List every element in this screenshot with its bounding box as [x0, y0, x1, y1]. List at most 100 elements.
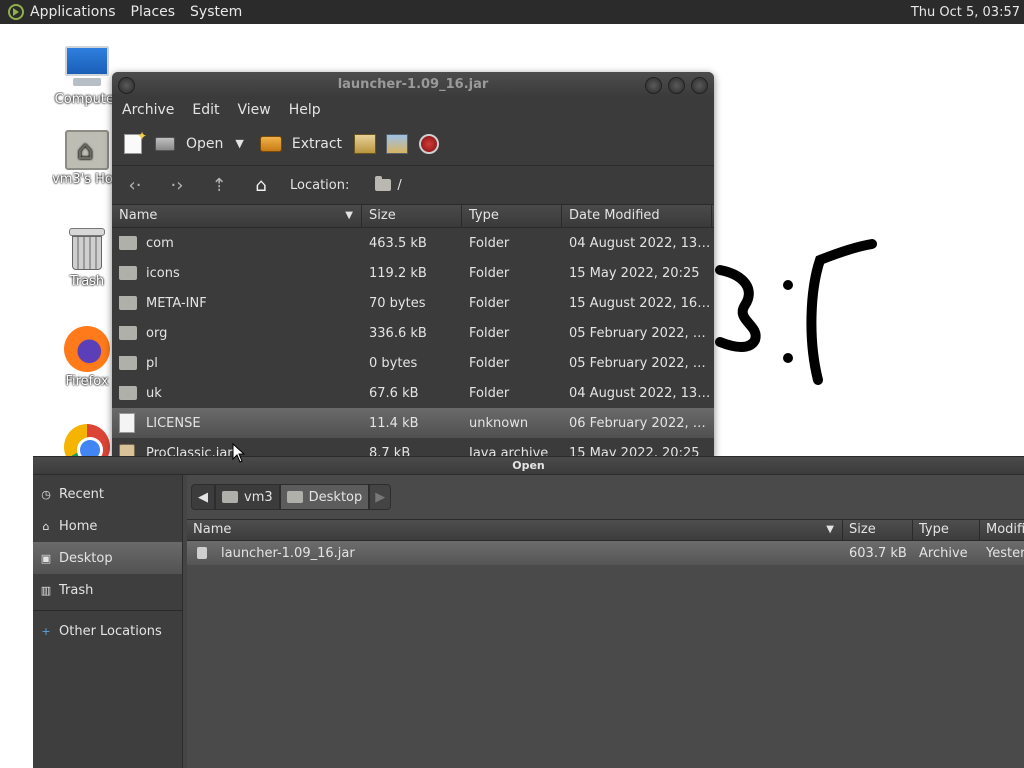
column-date-modified[interactable]: Date Modified — [562, 205, 712, 227]
new-archive-button[interactable] — [122, 129, 147, 154]
extract-button[interactable] — [259, 134, 282, 154]
location-bar: ‹· ·› ⇡ ⌂ Location: / — [112, 166, 714, 204]
extract-icon — [259, 135, 282, 152]
forward-arrow-icon[interactable]: ·› — [164, 175, 190, 196]
up-arrow-icon[interactable]: ⇡ — [206, 175, 232, 196]
window-title: launcher-1.09_16.jar — [337, 77, 489, 92]
system-menu[interactable]: System — [190, 4, 242, 20]
file-icon — [119, 413, 135, 433]
archive-icon — [197, 547, 207, 559]
mouse-cursor-icon — [232, 443, 246, 463]
path-back-button[interactable]: ◀ — [191, 484, 215, 510]
places-sidebar: ◷ Recent ⌂ Home ▣ Desktop ▥ Trash + Othe… — [33, 475, 183, 768]
sidebar-item-trash[interactable]: ▥ Trash — [33, 574, 182, 606]
table-row[interactable]: META-INF 70 bytes Folder 15 August 2022,… — [112, 288, 714, 318]
window-menu-button[interactable] — [118, 77, 135, 94]
column-name[interactable]: Name ▼ — [187, 520, 843, 540]
column-size[interactable]: Size — [843, 520, 913, 540]
home-icon[interactable]: ⌂ — [248, 175, 274, 196]
row-size: 336.6 kB — [369, 325, 427, 341]
add-files-icon — [354, 133, 377, 154]
row-date: 06 February 2022, 22… — [569, 415, 712, 431]
table-row[interactable]: pl 0 bytes Folder 05 February 2022, 23… — [112, 348, 714, 378]
location-path: / — [397, 177, 402, 193]
archive-manager-window: launcher-1.09_16.jar Archive Edit View H… — [112, 72, 714, 458]
sidebar-item-recent[interactable]: ◷ Recent — [33, 478, 182, 510]
path-button-desktop[interactable]: Desktop — [279, 484, 370, 510]
row-name: uk — [146, 385, 162, 401]
window-titlebar[interactable]: launcher-1.09_16.jar — [112, 72, 714, 98]
file-list: com 463.5 kB Folder 04 August 2022, 13:4… — [112, 228, 714, 458]
path-forward-button[interactable]: ▶ — [369, 484, 392, 510]
file-browser: ◀ vm3 Desktop ▶ Name▼ Size Type Modified… — [187, 475, 1024, 768]
row-size: 67.6 kB — [369, 385, 419, 401]
menu-view[interactable]: View — [238, 102, 271, 118]
row-date: 04 August 2022, 13:44 — [569, 385, 712, 401]
table-row[interactable]: uk 67.6 kB Folder 04 August 2022, 13:44 — [112, 378, 714, 408]
dialog-title[interactable]: Open — [33, 457, 1024, 475]
toolbar: Open ▼ Extract — [112, 122, 714, 166]
file-name: launcher-1.09_16.jar — [221, 545, 355, 561]
add-folder-button[interactable] — [386, 133, 409, 154]
stop-button[interactable] — [418, 133, 440, 154]
sidebar-item-home[interactable]: ⌂ Home — [33, 510, 182, 542]
open-file-dialog: Open ◷ Recent ⌂ Home ▣ Desktop ▥ Trash +… — [33, 456, 1024, 768]
column-modified[interactable]: Modified — [980, 520, 1024, 540]
row-date: 15 May 2022, 20:25 — [569, 265, 700, 281]
folder-icon — [119, 295, 137, 310]
location-field[interactable]: / — [375, 176, 402, 193]
places-menu[interactable]: Places — [131, 4, 176, 20]
home-folder-icon — [222, 491, 238, 503]
close-button[interactable] — [691, 77, 708, 94]
sidebar-item-desktop[interactable]: ▣ Desktop — [33, 542, 182, 574]
trash-icon — [69, 226, 105, 272]
row-type: Folder — [469, 295, 510, 311]
minimize-button[interactable] — [645, 77, 662, 94]
row-type: Folder — [469, 385, 510, 401]
top-panel: Applications Places System Thu Oct 5, 03… — [0, 0, 1024, 24]
applications-menu[interactable]: Applications — [30, 4, 116, 20]
open-button[interactable] — [154, 134, 176, 154]
back-arrow-icon[interactable]: ‹· — [122, 175, 148, 196]
new-archive-icon — [124, 129, 147, 154]
table-row[interactable]: icons 119.2 kB Folder 15 May 2022, 20:25 — [112, 258, 714, 288]
row-type: Folder — [469, 355, 510, 371]
clock[interactable]: Thu Oct 5, 03:57 — [911, 5, 1020, 20]
menu-edit[interactable]: Edit — [192, 102, 219, 118]
folder-icon — [119, 265, 137, 280]
location-label: Location: — [290, 177, 350, 193]
sidebar-divider — [33, 610, 182, 611]
desktop-icon: ▣ — [40, 551, 52, 565]
table-row[interactable]: com 463.5 kB Folder 04 August 2022, 13:4… — [112, 228, 714, 258]
file-modified: Yesterday — [986, 545, 1024, 561]
table-row[interactable]: ProClassic.jar 8.7 kB Java archive 15 Ma… — [112, 438, 714, 458]
add-files-button[interactable] — [354, 133, 377, 154]
list-item-selected[interactable]: launcher-1.09_16.jar 603.7 kB Archive Ye… — [187, 541, 1024, 565]
table-row[interactable]: org 336.6 kB Folder 05 February 2022, 23… — [112, 318, 714, 348]
row-name: org — [146, 325, 168, 341]
column-name[interactable]: Name ▼ — [112, 205, 362, 227]
row-type: unknown — [469, 415, 529, 431]
sidebar-item-label: Desktop — [59, 550, 113, 566]
column-header: Name ▼ Size Type Date Modified — [112, 204, 714, 228]
table-row-selected[interactable]: LICENSE 11.4 kB unknown 06 February 2022… — [112, 408, 714, 438]
column-type[interactable]: Type — [462, 205, 562, 227]
trash-icon: ▥ — [40, 583, 52, 597]
maximize-button[interactable] — [668, 77, 685, 94]
row-date: 05 February 2022, 23… — [569, 325, 712, 341]
open-icon — [155, 136, 175, 151]
stop-icon — [419, 133, 440, 154]
menubar: Archive Edit View Help — [112, 98, 714, 122]
row-name: com — [146, 235, 174, 251]
column-size[interactable]: Size — [362, 205, 462, 227]
menu-logo-icon[interactable] — [8, 4, 24, 20]
path-button-vm3[interactable]: vm3 — [215, 484, 280, 510]
extract-button-label[interactable]: Extract — [292, 136, 342, 152]
menu-archive[interactable]: Archive — [122, 102, 174, 118]
file-type: Archive — [919, 545, 968, 561]
sidebar-item-other-locations[interactable]: + Other Locations — [33, 615, 182, 647]
column-type[interactable]: Type — [913, 520, 980, 540]
open-button-label[interactable]: Open — [186, 136, 223, 152]
menu-help[interactable]: Help — [289, 102, 321, 118]
open-dropdown-chevron-icon[interactable]: ▼ — [235, 137, 243, 150]
